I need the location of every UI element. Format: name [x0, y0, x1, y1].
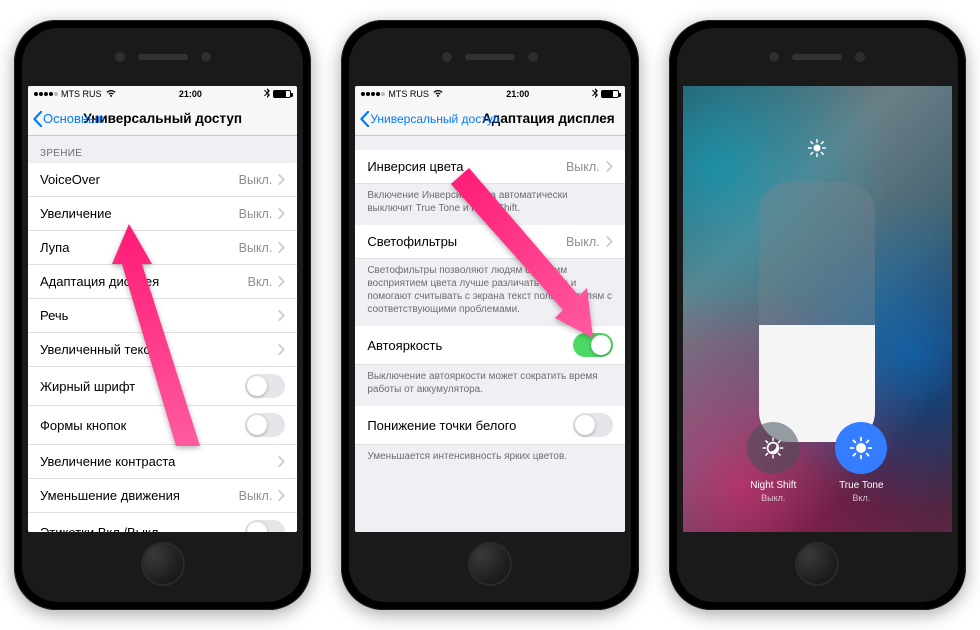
true-tone-title: True Tone — [839, 480, 883, 493]
chevron-right-icon — [278, 490, 285, 501]
row-value: Выкл. — [239, 241, 273, 255]
true-tone-sub: Вкл. — [839, 493, 883, 504]
row-label: Уменьшение движения — [40, 488, 180, 503]
chevron-right-icon — [278, 174, 285, 185]
brightness-sun-icon — [807, 138, 827, 158]
status-bar: MTS RUS 21:00 — [28, 86, 297, 102]
back-label: Основные — [43, 111, 105, 126]
chevron-right-icon — [606, 161, 613, 172]
row-label: Инверсия цвета — [367, 159, 463, 174]
button-shapes-switch[interactable] — [245, 413, 285, 437]
battery-icon — [273, 90, 291, 98]
row-value: Выкл. — [566, 160, 600, 174]
row-label: Светофильтры — [367, 234, 457, 249]
wifi-icon — [432, 89, 444, 100]
navbar: Универсальный доступ Адаптация дисплея — [355, 102, 624, 136]
row-larger-text[interactable]: Увеличенный текст — [28, 333, 297, 367]
row-label: Автояркость — [367, 338, 442, 353]
row-label: Понижение точки белого — [367, 418, 516, 433]
home-button[interactable] — [795, 542, 839, 586]
row-label: Формы кнопок — [40, 418, 126, 433]
carrier-label: MTS RUS — [61, 89, 102, 99]
row-label: Этикетки Вкл./Выкл. — [40, 525, 162, 533]
row-reduce-motion[interactable]: Уменьшение движения Выкл. — [28, 479, 297, 513]
signal-dots-icon — [34, 92, 58, 96]
bold-text-switch[interactable] — [245, 374, 285, 398]
row-label: Лупа — [40, 240, 69, 255]
status-bar: MTS RUS 21:00 — [355, 86, 624, 102]
row-reduce-white-point[interactable]: Понижение точки белого — [355, 406, 624, 445]
footer-invert: Включение Инверсии цвета автоматически в… — [355, 184, 624, 225]
footer-white: Уменьшается интенсивность ярких цветов. — [355, 445, 624, 473]
row-label: Речь — [40, 308, 68, 323]
row-onoff-labels[interactable]: Этикетки Вкл./Выкл. — [28, 513, 297, 532]
home-button[interactable] — [141, 542, 185, 586]
onoff-labels-switch[interactable] — [245, 520, 285, 532]
row-label: Увеличение контраста — [40, 454, 175, 469]
battery-icon — [601, 90, 619, 98]
row-increase-contrast[interactable]: Увеличение контраста — [28, 445, 297, 479]
chevron-right-icon — [278, 208, 285, 219]
row-bold-text[interactable]: Жирный шрифт — [28, 367, 297, 406]
brightness-slider[interactable] — [759, 182, 875, 442]
row-button-shapes[interactable]: Формы кнопок — [28, 406, 297, 445]
row-value: Выкл. — [239, 173, 273, 187]
row-value: Выкл. — [239, 207, 273, 221]
back-button[interactable]: Основные — [32, 111, 105, 127]
reduce-white-point-switch[interactable] — [573, 413, 613, 437]
clock: 21:00 — [506, 89, 529, 99]
row-label: VoiceOver — [40, 172, 100, 187]
carrier-label: MTS RUS — [388, 89, 429, 99]
row-value: Выкл. — [566, 235, 600, 249]
footer-auto: Выключение автояркости может сократить в… — [355, 365, 624, 406]
back-button[interactable]: Универсальный доступ — [359, 111, 499, 127]
section-header-vision: ЗРЕНИЕ — [28, 136, 297, 163]
row-zoom[interactable]: Увеличение Выкл. — [28, 197, 297, 231]
clock: 21:00 — [179, 89, 202, 99]
screen-display-accommodations: MTS RUS 21:00 Универсальный доступ Адапт… — [355, 86, 624, 532]
screen-control-center: Night Shift Выкл. True Tone Вкл. — [683, 86, 952, 532]
row-speech[interactable]: Речь — [28, 299, 297, 333]
navbar: Основные Универсальный доступ — [28, 102, 297, 136]
chevron-right-icon — [278, 310, 285, 321]
row-display-accommodations[interactable]: Адаптация дисплея Вкл. — [28, 265, 297, 299]
chevron-right-icon — [606, 236, 613, 247]
row-magnifier[interactable]: Лупа Выкл. — [28, 231, 297, 265]
wifi-icon — [105, 89, 117, 100]
true-tone-button[interactable]: True Tone Вкл. — [835, 422, 887, 504]
night-shift-title: Night Shift — [750, 480, 796, 493]
true-tone-icon — [835, 422, 887, 474]
bluetooth-icon — [264, 88, 270, 100]
row-auto-brightness[interactable]: Автояркость — [355, 326, 624, 365]
chevron-right-icon — [278, 344, 285, 355]
night-shift-icon — [747, 422, 799, 474]
chevron-right-icon — [278, 456, 285, 467]
night-shift-sub: Выкл. — [750, 493, 796, 504]
row-label: Адаптация дисплея — [40, 274, 159, 289]
bluetooth-icon — [592, 88, 598, 100]
footer-filters: Светофильтры позволяют людям с плохим во… — [355, 259, 624, 326]
row-label: Увеличение — [40, 206, 112, 221]
row-invert-colors[interactable]: Инверсия цвета Выкл. — [355, 150, 624, 184]
row-voiceover[interactable]: VoiceOver Выкл. — [28, 163, 297, 197]
screen-accessibility: MTS RUS 21:00 Основные Универсальный дос… — [28, 86, 297, 532]
signal-dots-icon — [361, 92, 385, 96]
back-label: Универсальный доступ — [370, 112, 499, 126]
row-color-filters[interactable]: Светофильтры Выкл. — [355, 225, 624, 259]
home-button[interactable] — [468, 542, 512, 586]
night-shift-button[interactable]: Night Shift Выкл. — [747, 422, 799, 504]
row-label: Увеличенный текст — [40, 342, 156, 357]
row-value: Выкл. — [239, 489, 273, 503]
auto-brightness-switch[interactable] — [573, 333, 613, 357]
row-value: Вкл. — [248, 275, 273, 289]
chevron-right-icon — [278, 242, 285, 253]
chevron-right-icon — [278, 276, 285, 287]
row-label: Жирный шрифт — [40, 379, 135, 394]
